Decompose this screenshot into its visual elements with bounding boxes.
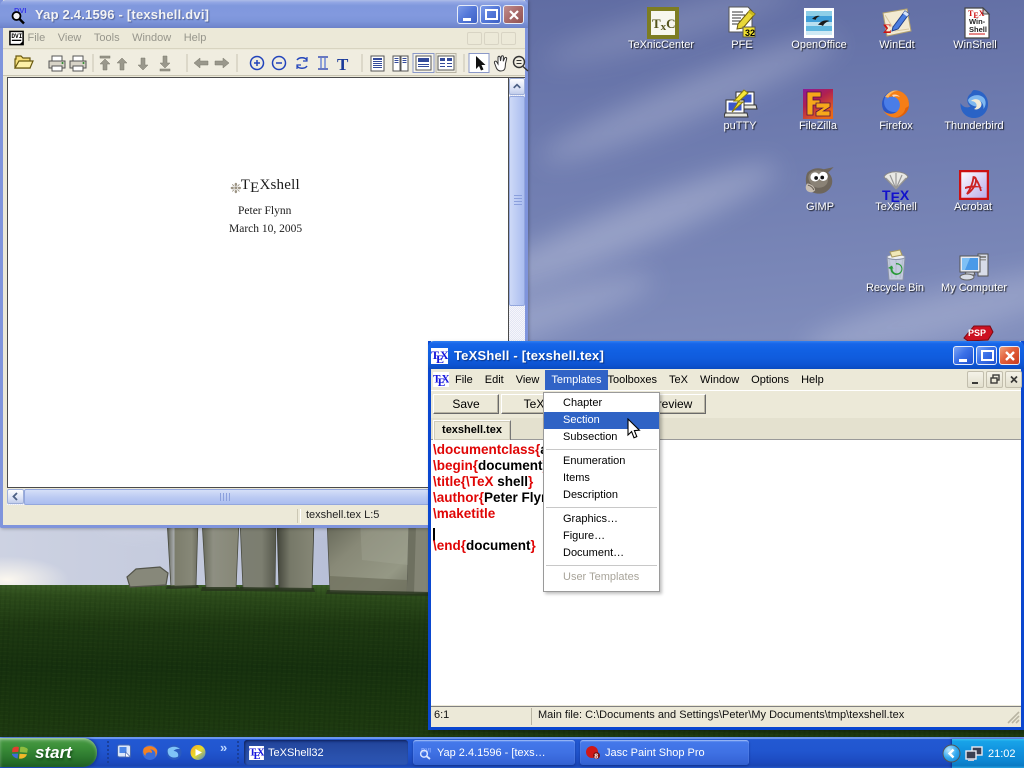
svg-text:X: X [441, 373, 449, 385]
svg-text:X: X [440, 348, 448, 362]
svg-text:DVI: DVI [11, 33, 22, 40]
svg-text:Σ: Σ [883, 21, 892, 36]
svg-text:PSP: PSP [968, 328, 986, 338]
svg-text:T: T [337, 55, 349, 74]
svg-text:X: X [257, 747, 264, 758]
svg-text:8: 8 [594, 754, 598, 761]
svg-text:32: 32 [745, 28, 755, 38]
svg-text:Shell: Shell [969, 25, 987, 34]
